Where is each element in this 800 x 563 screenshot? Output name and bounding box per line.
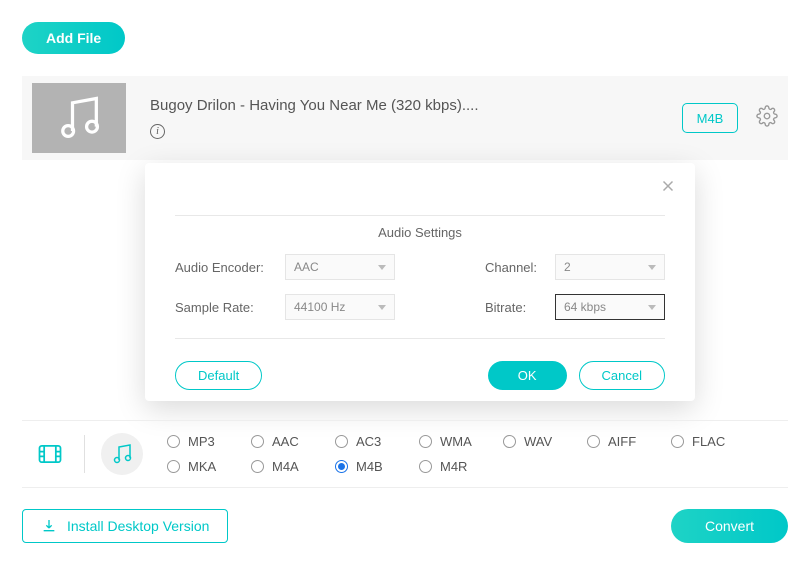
format-badge[interactable]: M4B bbox=[682, 103, 738, 133]
encoder-label: Audio Encoder: bbox=[175, 260, 285, 275]
format-label: AC3 bbox=[356, 434, 381, 449]
bitrate-select[interactable]: 64 kbps bbox=[555, 294, 665, 320]
ok-button[interactable]: OK bbox=[488, 361, 567, 390]
default-button[interactable]: Default bbox=[175, 361, 262, 390]
file-row: Bugoy Drilon - Having You Near Me (320 k… bbox=[22, 76, 788, 160]
bitrate-label: Bitrate: bbox=[485, 300, 555, 315]
file-thumbnail bbox=[32, 83, 126, 153]
bitrate-value: 64 kbps bbox=[564, 300, 606, 314]
info-icon[interactable]: i bbox=[150, 124, 165, 139]
convert-button[interactable]: Convert bbox=[671, 509, 788, 543]
radio-icon bbox=[671, 435, 684, 448]
format-label: WAV bbox=[524, 434, 552, 449]
video-category-icon[interactable] bbox=[32, 436, 68, 472]
bottom-bar: Install Desktop Version Convert bbox=[22, 509, 788, 543]
format-label: M4R bbox=[440, 459, 467, 474]
format-option-mka[interactable]: MKA bbox=[167, 459, 251, 474]
format-option-m4a[interactable]: M4A bbox=[251, 459, 335, 474]
format-option-wav[interactable]: WAV bbox=[503, 434, 587, 449]
modal-title: Audio Settings bbox=[366, 225, 474, 240]
chevron-down-icon bbox=[648, 265, 656, 270]
add-file-button[interactable]: Add File bbox=[22, 22, 125, 54]
format-label: M4A bbox=[272, 459, 299, 474]
radio-icon bbox=[419, 460, 432, 473]
format-option-ac3[interactable]: AC3 bbox=[335, 434, 419, 449]
format-label: AAC bbox=[272, 434, 299, 449]
download-icon bbox=[41, 518, 57, 534]
samplerate-label: Sample Rate: bbox=[175, 300, 285, 315]
radio-icon bbox=[335, 435, 348, 448]
format-option-wma[interactable]: WMA bbox=[419, 434, 503, 449]
format-label: AIFF bbox=[608, 434, 636, 449]
chevron-down-icon bbox=[378, 265, 386, 270]
chevron-down-icon bbox=[378, 305, 386, 310]
channel-select[interactable]: 2 bbox=[555, 254, 665, 280]
radio-icon bbox=[167, 435, 180, 448]
chevron-down-icon bbox=[648, 305, 656, 310]
format-option-aac[interactable]: AAC bbox=[251, 434, 335, 449]
cancel-button[interactable]: Cancel bbox=[579, 361, 665, 390]
format-label: M4B bbox=[356, 459, 383, 474]
radio-icon bbox=[167, 460, 180, 473]
samplerate-value: 44100 Hz bbox=[294, 300, 345, 314]
encoder-value: AAC bbox=[294, 260, 319, 274]
format-option-m4b[interactable]: M4B bbox=[335, 459, 419, 474]
file-meta: Bugoy Drilon - Having You Near Me (320 k… bbox=[150, 97, 682, 139]
close-icon[interactable] bbox=[659, 177, 677, 200]
install-desktop-button[interactable]: Install Desktop Version bbox=[22, 509, 228, 543]
radio-icon bbox=[251, 435, 264, 448]
format-option-flac[interactable]: FLAC bbox=[671, 434, 755, 449]
radio-icon bbox=[503, 435, 516, 448]
format-option-aiff[interactable]: AIFF bbox=[587, 434, 671, 449]
audio-settings-modal: Audio Settings Audio Encoder: AAC Channe… bbox=[145, 163, 695, 401]
channel-value: 2 bbox=[564, 260, 571, 274]
format-label: FLAC bbox=[692, 434, 725, 449]
format-bar: MP3 AAC AC3 WMA WAV AIFF FLAC MKA M4A M4B M4R bbox=[22, 420, 788, 488]
radio-icon bbox=[335, 460, 348, 473]
format-grid: MP3 AAC AC3 WMA WAV AIFF FLAC MKA M4A M4B M4R bbox=[167, 434, 755, 474]
samplerate-select[interactable]: 44100 Hz bbox=[285, 294, 395, 320]
channel-label: Channel: bbox=[485, 260, 555, 275]
audio-category-icon[interactable] bbox=[101, 433, 143, 475]
format-option-m4r[interactable]: M4R bbox=[419, 459, 503, 474]
radio-icon bbox=[587, 435, 600, 448]
format-label: WMA bbox=[440, 434, 472, 449]
divider bbox=[84, 435, 85, 473]
music-note-icon bbox=[53, 92, 105, 144]
install-desktop-label: Install Desktop Version bbox=[67, 518, 209, 534]
radio-icon bbox=[251, 460, 264, 473]
format-option-mp3[interactable]: MP3 bbox=[167, 434, 251, 449]
radio-icon bbox=[419, 435, 432, 448]
format-label: MKA bbox=[188, 459, 216, 474]
encoder-select[interactable]: AAC bbox=[285, 254, 395, 280]
file-title: Bugoy Drilon - Having You Near Me (320 k… bbox=[150, 97, 682, 114]
gear-icon[interactable] bbox=[756, 105, 778, 132]
format-label: MP3 bbox=[188, 434, 215, 449]
